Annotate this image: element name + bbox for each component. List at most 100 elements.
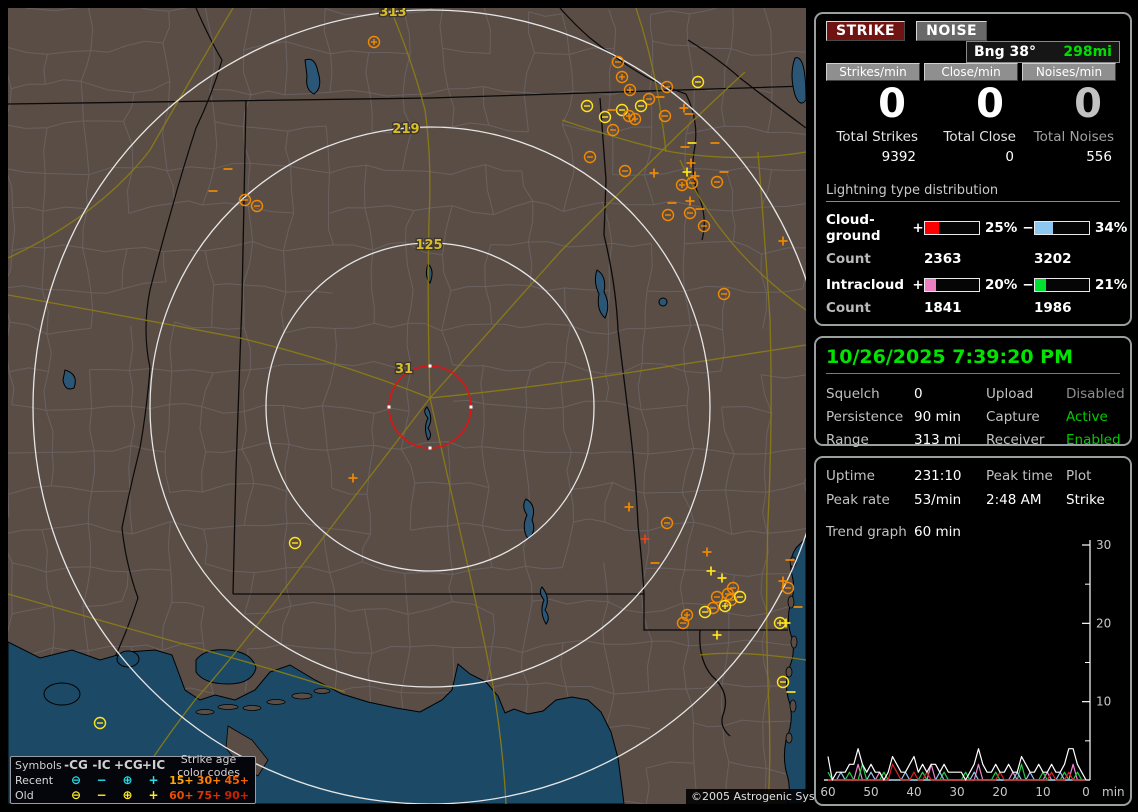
ic-neg-bar — [1034, 278, 1090, 292]
cg-neg-recent-icon: ⊖ — [70, 773, 82, 787]
x-axis-unit: min — [1102, 785, 1125, 799]
intracloud-label: Intracloud — [826, 277, 905, 293]
ring-distance-label: 313 — [379, 8, 406, 20]
range-label: Range — [826, 432, 869, 448]
plot-value[interactable]: Strike — [1066, 492, 1120, 508]
close-ring-tick — [428, 364, 432, 368]
cg-neg-old-icon: ⊖ — [70, 788, 82, 802]
legend-row-old-label: Old — [15, 789, 34, 802]
y-tick-label: 10 — [1096, 695, 1111, 709]
ic-pos-bar — [924, 278, 980, 292]
total-strikes-value: 9392 — [881, 149, 916, 165]
cg-neg-count: 3202 — [1034, 251, 1072, 267]
ring-distance-label: 31 — [395, 362, 413, 377]
upload-label: Upload — [986, 386, 1034, 402]
minus-sign: − — [1022, 220, 1034, 236]
ic-neg-count: 1986 — [1034, 300, 1072, 316]
session-panel: Uptime 231:10 Peak time Plot Peak rate 5… — [814, 456, 1132, 806]
count-label: Count — [826, 251, 871, 267]
receiver-settings: Squelch 0 Upload Disabled Persistence 90… — [826, 386, 1125, 448]
age-90: 90+ — [224, 789, 249, 802]
uptime-label: Uptime — [826, 468, 875, 484]
ic-pos-pct: 20% — [985, 277, 1018, 293]
ic-neg-recent-icon: − — [96, 773, 107, 787]
bearing-value: Bng 38° — [974, 44, 1037, 60]
strikes-per-min-chip[interactable]: Strikes/min — [826, 63, 920, 81]
cloud-ground-counts: Count 2363 3202 — [826, 251, 1120, 267]
legend-col-ic-neg: -IC — [92, 758, 111, 772]
receiver-label: Receiver — [986, 432, 1045, 448]
legend-col-cg-pos: +CG — [114, 758, 143, 772]
lightning-map[interactable]: 313 219 125 31 — [8, 8, 806, 804]
small-lake — [658, 297, 668, 307]
ring-distance-label: 125 — [415, 238, 442, 253]
age-45: 45+ — [224, 774, 249, 787]
persistence-label: Persistence — [826, 409, 904, 425]
close-ring-tick — [387, 405, 391, 409]
intracloud-counts: Count 1841 1986 — [826, 300, 1120, 316]
upload-value: Disabled — [1066, 386, 1125, 402]
cg-pos-count: 2363 — [924, 251, 962, 267]
marsh-lake — [43, 682, 81, 706]
plot-label: Plot — [1066, 468, 1092, 484]
plus-sign: + — [912, 220, 924, 236]
bearing-range-display: Bng 38° 298mi — [966, 41, 1120, 63]
cloud-ground-label: Cloud-ground — [826, 212, 881, 244]
legend-row-recent-label: Recent — [15, 774, 54, 787]
x-tick-label: 60 — [820, 785, 835, 799]
peak-rate-value: 53/min — [914, 492, 962, 508]
x-tick-label: 10 — [1035, 785, 1050, 799]
noises-per-min-value: 0 — [1074, 81, 1102, 127]
strike-mode-button[interactable]: STRIKE — [826, 21, 906, 41]
minus-sign: − — [1022, 277, 1034, 293]
ic-pos-recent-icon: + — [148, 773, 159, 787]
total-strikes-label: Total Strikes — [836, 129, 918, 145]
close-per-min-value: 0 — [976, 81, 1004, 127]
legend-col-cg-neg: -CG — [64, 758, 88, 772]
age-15: 15+ — [169, 774, 194, 787]
trend-graph: 10 20 30 60 50 40 30 20 10 0 min — [820, 538, 1125, 799]
receiver-value: Enabled — [1066, 432, 1121, 448]
age-75: 75+ — [196, 789, 222, 802]
capture-value: Active — [1066, 409, 1108, 425]
peak-rate-label: Peak rate — [826, 492, 890, 508]
range-value: 313 mi — [914, 432, 961, 448]
map-legend: Symbols -CG -IC +CG +IC Strike age color… — [10, 753, 256, 804]
total-close-label: Total Close — [943, 129, 1016, 145]
legend-symbols-header: Symbols — [15, 759, 62, 772]
x-tick-label: 30 — [949, 785, 964, 799]
y-tick-label: 20 — [1096, 616, 1111, 630]
close-ring-tick — [469, 405, 473, 409]
x-tick-label: 20 — [992, 785, 1007, 799]
close-per-min-chip[interactable]: Close/min — [924, 63, 1018, 81]
datetime-display: 10/26/2025 7:39:20 PM — [826, 342, 1120, 374]
age-30: 30+ — [196, 774, 222, 787]
peak-time-value: 2:48 AM — [986, 492, 1042, 508]
squelch-label: Squelch — [826, 386, 880, 402]
rate-counters: Strikes/min 0 Total Strikes 9392 Close/m… — [826, 63, 1120, 165]
persistence-value: 90 min — [914, 409, 961, 425]
plus-sign: + — [912, 277, 924, 293]
strikes-per-min-value: 0 — [878, 81, 906, 127]
status-panel: 10/26/2025 7:39:20 PM Squelch 0 Upload D… — [814, 336, 1132, 448]
capture-label: Capture — [986, 409, 1040, 425]
ic-pos-old-icon: + — [148, 788, 159, 802]
ring-distance-label: 219 — [392, 122, 419, 137]
distance-value: 298mi — [1063, 44, 1112, 60]
ic-neg-old-icon: − — [96, 788, 107, 802]
close-ring-tick — [428, 446, 432, 450]
cg-neg-pct: 34% — [1095, 220, 1128, 236]
x-tick-label: 50 — [863, 785, 878, 799]
cg-pos-bar — [924, 221, 980, 235]
uptime-value: 231:10 — [914, 468, 962, 484]
stats-panel: STRIKE NOISE Bng 38° 298mi Strikes/min 0… — [814, 12, 1132, 326]
cg-neg-bar — [1034, 221, 1090, 235]
count-label: Count — [826, 300, 871, 316]
noises-per-min-chip[interactable]: Noises/min — [1022, 63, 1116, 81]
legend-col-ic-pos: +IC — [141, 758, 166, 772]
total-noises-label: Total Noises — [1033, 129, 1114, 145]
x-tick-label: 0 — [1082, 785, 1090, 799]
total-close-value: 0 — [1005, 149, 1014, 165]
x-tick-label: 40 — [906, 785, 921, 799]
noise-mode-button[interactable]: NOISE — [916, 21, 988, 41]
